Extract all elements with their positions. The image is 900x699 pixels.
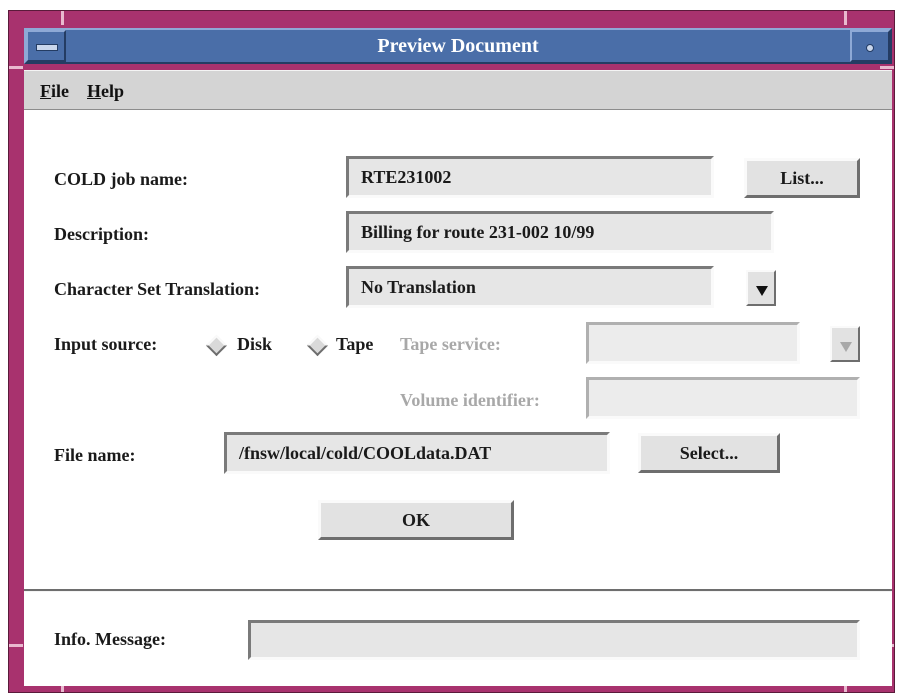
input-source-label: Input source:: [54, 334, 158, 354]
info-message-label: Info. Message:: [54, 629, 166, 649]
tape-radio-label: Tape: [336, 334, 374, 354]
select-button[interactable]: Select...: [638, 433, 780, 473]
menu-bar: File Help: [24, 70, 892, 110]
info-message-field: [248, 620, 860, 660]
chevron-down-icon: [756, 286, 768, 296]
title-bar[interactable]: Preview Document: [24, 28, 892, 64]
charset-field[interactable]: No Translation: [346, 266, 714, 308]
frame-resize-tick: [844, 11, 847, 25]
ok-button[interactable]: OK: [318, 500, 514, 540]
menu-help-mnemonic: H: [87, 81, 102, 101]
disk-radio-label: Disk: [237, 334, 273, 354]
cold-job-name-label: COLD job name:: [54, 169, 188, 189]
volume-identifier-label: Volume identifier:: [400, 390, 540, 410]
charset-label: Character Set Translation:: [54, 279, 260, 299]
volume-identifier-field[interactable]: [586, 377, 860, 419]
menu-file-mnemonic: F: [40, 81, 51, 101]
radio-diamond-icon: [205, 334, 228, 357]
menu-file-label: ile: [51, 81, 69, 101]
menu-help-label: elp: [101, 81, 125, 101]
cold-job-name-field[interactable]: RTE231002: [346, 156, 714, 198]
tape-service-field[interactable]: [586, 322, 800, 364]
tape-service-label: Tape service:: [400, 334, 501, 354]
window-title: Preview Document: [377, 35, 539, 57]
frame-resize-tick: [9, 66, 23, 69]
charset-dropdown-button[interactable]: [746, 270, 776, 306]
chevron-down-icon: [840, 342, 852, 352]
frame-resize-tick: [9, 644, 23, 647]
description-field[interactable]: Billing for route 231-002 10/99: [346, 211, 774, 253]
maximize-icon: [866, 44, 874, 52]
separator: [24, 589, 892, 592]
menu-file[interactable]: File: [40, 71, 69, 109]
description-label: Description:: [54, 224, 149, 244]
radio-diamond-icon: [306, 334, 329, 357]
list-button[interactable]: List...: [744, 158, 860, 198]
file-name-field[interactable]: /fnsw/local/cold/COOLdata.DAT: [224, 432, 610, 474]
menu-help[interactable]: Help: [87, 71, 124, 109]
frame-resize-tick: [61, 11, 64, 25]
tape-radio[interactable]: [306, 334, 330, 358]
file-name-label: File name:: [54, 445, 136, 465]
disk-radio[interactable]: [205, 334, 229, 358]
frame-resize-tick: [880, 66, 894, 69]
tape-service-dropdown-button[interactable]: [830, 326, 860, 362]
maximize-button[interactable]: [850, 30, 890, 62]
